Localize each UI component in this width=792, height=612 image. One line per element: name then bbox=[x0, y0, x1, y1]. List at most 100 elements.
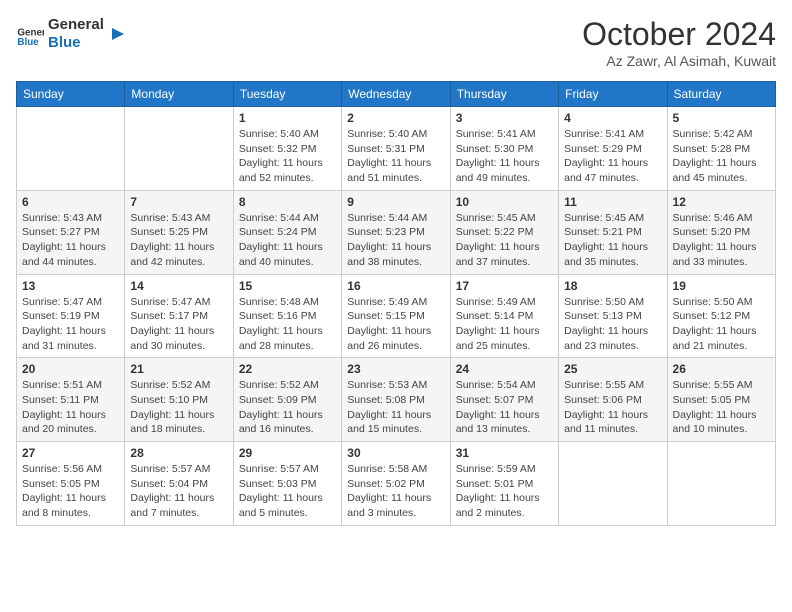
day-info: Sunrise: 5:41 AM Sunset: 5:29 PM Dayligh… bbox=[564, 127, 661, 186]
table-row: 24 Sunrise: 5:54 AM Sunset: 5:07 PM Dayli… bbox=[450, 358, 558, 442]
day-info: Sunrise: 5:47 AM Sunset: 5:19 PM Dayligh… bbox=[22, 295, 119, 354]
day-info: Sunrise: 5:56 AM Sunset: 5:05 PM Dayligh… bbox=[22, 462, 119, 521]
table-row: 2 Sunrise: 5:40 AM Sunset: 5:31 PM Daylig… bbox=[342, 107, 450, 191]
table-row: 13 Sunrise: 5:47 AM Sunset: 5:19 PM Dayli… bbox=[17, 274, 125, 358]
table-row: 30Sunrise: 5:58 AM Sunset: 5:02 PM Dayli… bbox=[342, 442, 450, 526]
table-row: 23 Sunrise: 5:53 AM Sunset: 5:08 PM Dayli… bbox=[342, 358, 450, 442]
day-number: 28 bbox=[130, 446, 227, 460]
day-number: 24 bbox=[456, 362, 553, 376]
day-number: 26 bbox=[673, 362, 770, 376]
day-info: Sunrise: 5:55 AM Sunset: 5:05 PM Dayligh… bbox=[673, 378, 770, 437]
day-info: Sunrise: 5:57 AM Sunset: 5:03 PM Dayligh… bbox=[239, 462, 336, 521]
calendar-table: Sunday Monday Tuesday Wednesday Thursday… bbox=[16, 81, 776, 526]
day-number: 2 bbox=[347, 111, 444, 125]
table-row: 9 Sunrise: 5:44 AM Sunset: 5:23 PM Daylig… bbox=[342, 190, 450, 274]
calendar-week-row: 27 Sunrise: 5:56 AM Sunset: 5:05 PM Dayli… bbox=[17, 442, 776, 526]
day-info: Sunrise: 5:44 AM Sunset: 5:23 PM Dayligh… bbox=[347, 211, 444, 270]
day-number: 7 bbox=[130, 195, 227, 209]
day-number: 31 bbox=[456, 446, 553, 460]
day-number: 19 bbox=[673, 279, 770, 293]
day-info: Sunrise: 5:53 AM Sunset: 5:08 PM Dayligh… bbox=[347, 378, 444, 437]
table-row bbox=[125, 107, 233, 191]
day-info: Sunrise: 5:52 AM Sunset: 5:09 PM Dayligh… bbox=[239, 378, 336, 437]
table-row: 19 Sunrise: 5:50 AM Sunset: 5:12 PM Dayli… bbox=[667, 274, 775, 358]
header-saturday: Saturday bbox=[667, 82, 775, 107]
header-sunday: Sunday bbox=[17, 82, 125, 107]
day-number: 29 bbox=[239, 446, 336, 460]
logo-icon: General Blue bbox=[16, 20, 44, 48]
table-row: 28Sunrise: 5:57 AM Sunset: 5:04 PM Dayli… bbox=[125, 442, 233, 526]
header-tuesday: Tuesday bbox=[233, 82, 341, 107]
day-info: Sunrise: 5:51 AM Sunset: 5:11 PM Dayligh… bbox=[22, 378, 119, 437]
day-number: 11 bbox=[564, 195, 661, 209]
svg-text:Blue: Blue bbox=[17, 37, 39, 48]
header-wednesday: Wednesday bbox=[342, 82, 450, 107]
logo-general: General bbox=[48, 16, 104, 34]
table-row bbox=[559, 442, 667, 526]
day-number: 22 bbox=[239, 362, 336, 376]
table-row bbox=[667, 442, 775, 526]
table-row: 31 Sunrise: 5:59 AM Sunset: 5:01 PM Dayli… bbox=[450, 442, 558, 526]
table-row: 11 Sunrise: 5:45 AM Sunset: 5:21 PM Dayli… bbox=[559, 190, 667, 274]
table-row: 17 Sunrise: 5:49 AM Sunset: 5:14 PM Dayli… bbox=[450, 274, 558, 358]
day-info: Sunrise: 5:49 AM Sunset: 5:14 PM Dayligh… bbox=[456, 295, 553, 354]
day-number: 10 bbox=[456, 195, 553, 209]
day-number: 3 bbox=[456, 111, 553, 125]
header-friday: Friday bbox=[559, 82, 667, 107]
table-row bbox=[17, 107, 125, 191]
logo-blue: Blue bbox=[48, 34, 104, 52]
day-number: 16 bbox=[347, 279, 444, 293]
day-info: Sunrise: 5:45 AM Sunset: 5:22 PM Dayligh… bbox=[456, 211, 553, 270]
day-info: Sunrise: 5:40 AM Sunset: 5:31 PM Dayligh… bbox=[347, 127, 444, 186]
day-info: Sunrise: 5:45 AM Sunset: 5:21 PM Dayligh… bbox=[564, 211, 661, 270]
day-number: 15 bbox=[239, 279, 336, 293]
table-row: 27 Sunrise: 5:56 AM Sunset: 5:05 PM Dayli… bbox=[17, 442, 125, 526]
day-info: Sunrise: 5:42 AM Sunset: 5:28 PM Dayligh… bbox=[673, 127, 770, 186]
header-monday: Monday bbox=[125, 82, 233, 107]
day-info: Sunrise: 5:59 AM Sunset: 5:01 PM Dayligh… bbox=[456, 462, 553, 521]
day-info: Sunrise: 5:46 AM Sunset: 5:20 PM Dayligh… bbox=[673, 211, 770, 270]
page-header: General Blue General Blue October 2024 A… bbox=[16, 16, 776, 69]
day-info: Sunrise: 5:41 AM Sunset: 5:30 PM Dayligh… bbox=[456, 127, 553, 186]
day-info: Sunrise: 5:49 AM Sunset: 5:15 PM Dayligh… bbox=[347, 295, 444, 354]
table-row: 10 Sunrise: 5:45 AM Sunset: 5:22 PM Dayli… bbox=[450, 190, 558, 274]
calendar-header-row: Sunday Monday Tuesday Wednesday Thursday… bbox=[17, 82, 776, 107]
table-row: 29 Sunrise: 5:57 AM Sunset: 5:03 PM Dayli… bbox=[233, 442, 341, 526]
title-section: October 2024 Az Zawr, Al Asimah, Kuwait bbox=[582, 16, 776, 69]
day-info: Sunrise: 5:47 AM Sunset: 5:17 PM Dayligh… bbox=[130, 295, 227, 354]
day-info: Sunrise: 5:50 AM Sunset: 5:12 PM Dayligh… bbox=[673, 295, 770, 354]
table-row: 8Sunrise: 5:44 AM Sunset: 5:24 PM Daylig… bbox=[233, 190, 341, 274]
day-number: 9 bbox=[347, 195, 444, 209]
table-row: 4 Sunrise: 5:41 AM Sunset: 5:29 PM Daylig… bbox=[559, 107, 667, 191]
day-number: 12 bbox=[673, 195, 770, 209]
day-number: 18 bbox=[564, 279, 661, 293]
month-title: October 2024 bbox=[582, 16, 776, 53]
table-row: 15Sunrise: 5:48 AM Sunset: 5:16 PM Dayli… bbox=[233, 274, 341, 358]
calendar-week-row: 1Sunrise: 5:40 AM Sunset: 5:32 PM Daylig… bbox=[17, 107, 776, 191]
day-number: 13 bbox=[22, 279, 119, 293]
calendar-week-row: 20 Sunrise: 5:51 AM Sunset: 5:11 PM Dayli… bbox=[17, 358, 776, 442]
logo-arrow-icon bbox=[108, 24, 128, 44]
table-row: 14 Sunrise: 5:47 AM Sunset: 5:17 PM Dayli… bbox=[125, 274, 233, 358]
calendar-week-row: 6 Sunrise: 5:43 AM Sunset: 5:27 PM Daylig… bbox=[17, 190, 776, 274]
day-number: 17 bbox=[456, 279, 553, 293]
day-number: 4 bbox=[564, 111, 661, 125]
day-number: 27 bbox=[22, 446, 119, 460]
table-row: 6 Sunrise: 5:43 AM Sunset: 5:27 PM Daylig… bbox=[17, 190, 125, 274]
day-number: 1 bbox=[239, 111, 336, 125]
day-number: 14 bbox=[130, 279, 227, 293]
table-row: 25Sunrise: 5:55 AM Sunset: 5:06 PM Dayli… bbox=[559, 358, 667, 442]
day-info: Sunrise: 5:50 AM Sunset: 5:13 PM Dayligh… bbox=[564, 295, 661, 354]
day-number: 6 bbox=[22, 195, 119, 209]
day-number: 23 bbox=[347, 362, 444, 376]
table-row: 5Sunrise: 5:42 AM Sunset: 5:28 PM Daylig… bbox=[667, 107, 775, 191]
day-info: Sunrise: 5:52 AM Sunset: 5:10 PM Dayligh… bbox=[130, 378, 227, 437]
table-row: 26 Sunrise: 5:55 AM Sunset: 5:05 PM Dayli… bbox=[667, 358, 775, 442]
header-thursday: Thursday bbox=[450, 82, 558, 107]
day-info: Sunrise: 5:43 AM Sunset: 5:27 PM Dayligh… bbox=[22, 211, 119, 270]
table-row: 7Sunrise: 5:43 AM Sunset: 5:25 PM Daylig… bbox=[125, 190, 233, 274]
day-info: Sunrise: 5:44 AM Sunset: 5:24 PM Dayligh… bbox=[239, 211, 336, 270]
day-number: 20 bbox=[22, 362, 119, 376]
day-info: Sunrise: 5:54 AM Sunset: 5:07 PM Dayligh… bbox=[456, 378, 553, 437]
table-row: 22 Sunrise: 5:52 AM Sunset: 5:09 PM Dayli… bbox=[233, 358, 341, 442]
